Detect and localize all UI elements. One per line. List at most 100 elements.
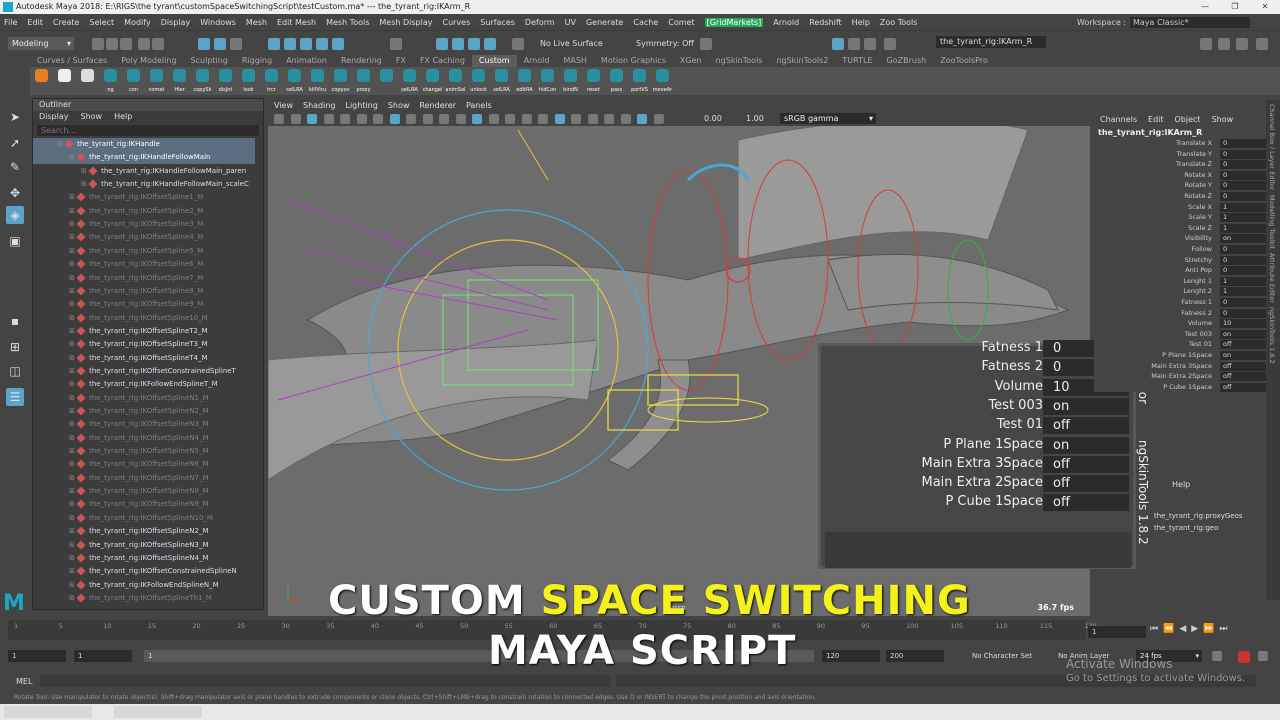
playback-start-field[interactable]: 1 [74,650,132,662]
menu-surfaces[interactable]: Surfaces [480,18,515,27]
shelf-tab-gozbrush[interactable]: GoZBrush [880,55,934,67]
shelf-tab-fx-caching[interactable]: FX Caching [413,55,472,67]
ipr-render-icon[interactable] [468,38,480,50]
menu-gridmarkets[interactable]: [GridMarkets] [704,17,764,27]
cb-menu-object[interactable]: Object [1175,115,1201,124]
menu-generate[interactable]: Generate [586,18,623,27]
menu-redshift[interactable]: Redshift [809,18,841,27]
lasso-tool-icon[interactable]: ➚ [6,134,24,152]
outliner-item[interactable]: ⊞ the_tyrant_rig:IKOffsetSplineN10_M [33,512,255,525]
character-set-dropdown[interactable]: No Character Set [972,652,1032,660]
live-surface-label[interactable]: No Live Surface [540,39,603,48]
viewport-menu-view[interactable]: View [274,100,293,112]
auto-key-icon[interactable] [1238,651,1250,663]
viewport-toolbar-icon[interactable] [455,114,466,124]
channel-box-attribute-value[interactable]: 1 [1220,276,1266,286]
channel-box-attribute-value[interactable]: 0 [1220,245,1266,254]
viewport-menu-show[interactable]: Show [388,100,410,112]
expand-icon[interactable]: ⊞ [69,500,77,508]
channel-box-attribute-row[interactable]: Translate Z 0 [1100,160,1266,170]
viewport-menu-renderer[interactable]: Renderer [419,100,456,112]
shelf-tab-poly-modeling[interactable]: Poly Modeling [114,55,183,67]
channel-box-attribute-row[interactable]: Translate Y 0 [1100,149,1266,160]
outliner-item[interactable]: ⊞ the_tyrant_rig:IKHandleFollowMain_pare… [33,165,255,178]
single-perspective-view-icon[interactable]: ▪ [6,312,24,330]
outliner-item[interactable]: ⊞ the_tyrant_rig:IKOffsetSplineN5_M [33,445,255,458]
shelf-button[interactable] [76,67,99,95]
channel-box-attribute-value[interactable]: 0 [1220,181,1266,191]
outliner-item[interactable]: ⊞ the_tyrant_rig:IKOffsetSpline9_M [33,298,255,311]
rotate-tool-active-icon[interactable]: ◈ [6,206,24,224]
shelf-button[interactable]: disJnt [214,67,237,95]
viewport-toolbar-icon[interactable] [439,114,449,124]
snap-point-icon[interactable] [300,38,312,50]
shelf-tab-fx[interactable]: FX [389,55,413,67]
channel-box-attribute-row[interactable]: Test 003 on [1100,329,1266,340]
new-scene-icon[interactable] [92,38,104,50]
shelf-button[interactable]: con [122,67,145,95]
undo-icon[interactable] [138,38,150,50]
redo-icon[interactable] [152,38,164,50]
render-settings-icon[interactable] [484,38,496,50]
channel-box-attribute-value[interactable]: 1 [1220,202,1266,212]
side-tab-channel-box-layer-editor[interactable]: Channel Box / Layer Editor [1268,104,1276,191]
shelf-button[interactable]: pass [605,67,628,95]
viewport-toolbar-icon[interactable] [389,114,400,124]
outliner-item[interactable]: ⊞ the_tyrant_rig:IKOffsetSpline3_M [33,218,255,231]
shelf-tab-ngskintools[interactable]: ngSkinTools [709,55,770,67]
shelf-button[interactable]: moveAr [651,67,674,95]
command-language-label[interactable]: MEL [16,677,32,686]
tool-settings-toggle-icon[interactable] [848,38,860,50]
outliner-item[interactable]: ⊞ the_tyrant_rig:IKOffsetSpline10_M [33,312,255,325]
minimize-button[interactable]: — [1190,0,1220,14]
viewport-toolbar-icon[interactable] [488,114,499,124]
menu-windows[interactable]: Windows [200,18,236,27]
selected-object-name-field[interactable]: the_tyrant_rig:IKArm_R [936,36,1046,48]
channel-box-attribute-row[interactable]: Fatness 2 0 [1100,308,1266,319]
channel-box-attribute-row[interactable]: Visibility on [1100,234,1266,244]
channel-box-attribute-value[interactable]: 1 [1220,223,1266,233]
zoomed-attribute-value[interactable]: on [1043,436,1129,454]
outliner-item[interactable]: ⊞ the_tyrant_rig:IKOffsetSpline7_M [33,272,255,285]
channel-box-attribute-value[interactable]: 0 [1220,255,1266,265]
channel-box-attribute-value[interactable]: off [1220,372,1266,382]
shelf-tab-curves-surfaces[interactable]: Curves / Surfaces [30,55,114,67]
channel-box-attribute-value[interactable]: 1 [1220,213,1266,223]
side-tab-ngskintools-1-8-2[interactable]: ngSkinTools 1.8.2 [1268,307,1276,364]
channel-box-attribute-value[interactable]: 0 [1220,170,1266,180]
channel-box-attribute-row[interactable]: Rotate X 0 [1100,170,1266,181]
shelf-tab-rigging[interactable]: Rigging [235,55,279,67]
channel-box-attribute-row[interactable]: Follow 0 [1100,245,1266,255]
viewport-toolbar-icon[interactable] [505,114,515,124]
shelf-button[interactable]: changel [421,67,444,95]
channel-box-attribute-row[interactable]: Volume 10 [1100,319,1266,329]
shelf-button[interactable]: hidCon [536,67,559,95]
viewport-toolbar-icon[interactable] [340,114,350,124]
two-view-layout-icon[interactable]: ◫ [6,362,24,380]
channel-box-attribute-row[interactable]: Test 01 off [1100,340,1266,350]
outliner-item[interactable]: ⊞ the_tyrant_rig:IKOffsetSpline6_M [33,258,255,271]
shelf-button[interactable]: trcr [260,67,283,95]
menu-edit[interactable]: Edit [27,18,43,27]
channel-box-attribute-value[interactable]: 0 [1220,160,1266,170]
select-component-icon[interactable] [230,38,242,50]
outliner-layout-icon[interactable]: ☰ [6,388,24,406]
channel-box-attribute-row[interactable]: Main Extra 3Space off [1100,361,1266,372]
outliner-item[interactable]: ⊞ the_tyrant_rig:IKOffsetSplineN2_M [33,405,255,418]
viewport-toolbar-icon[interactable] [637,114,647,124]
channel-box-attribute-row[interactable]: Scale X 1 [1100,202,1266,213]
outliner-item[interactable]: ⊞ the_tyrant_rig:IKFollowEndSplineT_M [33,378,255,391]
viewport-toolbar-icon[interactable] [307,114,317,124]
shelf-button[interactable]: comet [145,67,168,95]
viewport-menu-lighting[interactable]: Lighting [345,100,377,112]
exposure-value[interactable]: 0.00 [704,114,722,123]
viewport-toolbar-icon[interactable] [274,114,284,124]
shelf-tab-zootoolspro[interactable]: ZooToolsPro [933,55,995,67]
shelf-button[interactable]: reset [582,67,605,95]
viewport-toolbar-icon[interactable] [538,114,548,124]
viewport-toolbar-icon[interactable] [323,114,334,124]
shelf-tab-mash[interactable]: MASH [556,55,593,67]
cb-menu-channels[interactable]: Channels [1100,115,1137,124]
menu-mesh-tools[interactable]: Mesh Tools [326,18,369,27]
outliner-item[interactable]: ⊞ the_tyrant_rig:IKOffsetSplineT2_M [33,325,255,338]
